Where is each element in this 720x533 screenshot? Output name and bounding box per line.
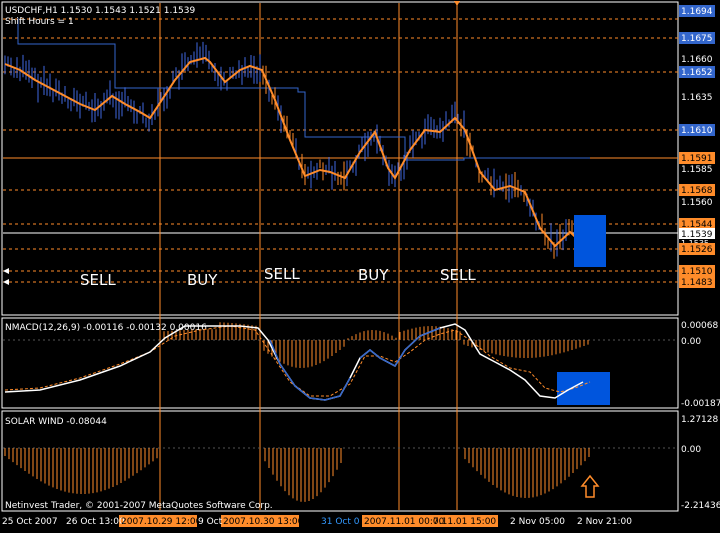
nmacd-scale-label: -0.00187 [681,399,720,409]
nmacd-scale-label: 0.00068 [681,321,718,331]
signal-label: SELL [80,271,116,289]
solar-scale-label: 1.27128 [681,415,718,425]
chart-canvas[interactable]: SELL BUY SELL BUY SELL USDCHF,H1 1.1530 … [0,0,720,533]
time-label: 26 Oct 13:00 [66,517,125,527]
nmacd-scale-label: 0.00 [681,337,701,347]
time-label: 2007.10.30 13:00 [223,517,304,527]
copyright-text: Netinvest Trader, © 2001-2007 MetaQuotes… [5,501,273,511]
shift-hours-text: Shift Hours = 1 [5,17,74,27]
signal-label: BUY [358,266,389,284]
price-axis-label: 1.1675 [681,34,713,44]
time-label: 2007.10.29 12:00 [121,517,202,527]
price-axis-label: 1.1560 [681,198,713,208]
price-axis-label: 1.1568 [681,186,713,196]
price-axis-label: 1.1585 [681,165,713,175]
blue-highlight-box [557,372,610,405]
signal-label: BUY [187,271,218,289]
symbol-info-line: USDCHF,H1 1.1530 1.1543 1.1521 1.1539 [5,6,195,16]
solar-wind-label: SOLAR WIND -0.08044 [5,417,107,427]
price-axis-label: 1.1694 [681,7,713,17]
price-axis-label: 1.1483 [681,278,713,288]
price-axis-label: 1.1660 [681,55,713,65]
time-label: 9 Oct [198,517,223,527]
price-axis-label: 1.1610 [681,126,713,136]
blue-highlight-box [574,215,606,267]
solar-scale-label: -2.21436 [681,501,720,511]
time-label: 2 Nov 21:00 [577,517,632,527]
price-axis-label: 1.1526 [681,245,713,255]
time-label: 2 Nov 05:00 [510,517,565,527]
signal-label: SELL [264,265,300,283]
time-label: 25 Oct 2007 [2,517,58,527]
time-label: 31 Oct 0 [321,517,360,527]
price-axis-label: 1.1591 [681,154,713,164]
price-axis-label: 1.1510 [681,267,713,277]
price-axis-label: 1.1635 [681,93,713,103]
signal-label: SELL [440,266,476,284]
price-axis-label: 1.1652 [681,68,713,78]
time-label: 7.11.01 15:00 [433,517,496,527]
solar-scale-label: 0.00 [681,445,701,455]
